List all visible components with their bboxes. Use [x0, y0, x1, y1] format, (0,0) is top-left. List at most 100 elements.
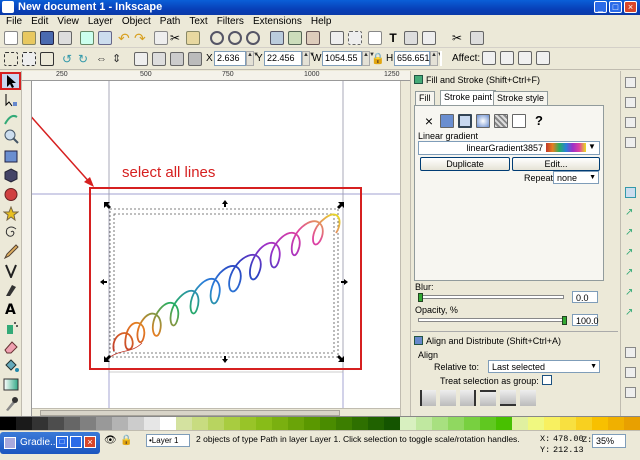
- rotate-ccw-icon[interactable]: ↺: [62, 52, 76, 66]
- eraser-tool[interactable]: [3, 339, 19, 354]
- snap-corners-icon[interactable]: [625, 137, 636, 148]
- palette-swatch[interactable]: [0, 417, 16, 431]
- snap-smooth-icon[interactable]: ↗: [625, 247, 636, 258]
- dropper-tool[interactable]: [3, 396, 19, 411]
- snap-bbox-icon[interactable]: [625, 97, 636, 108]
- chevron-down-icon[interactable]: ▼: [588, 142, 596, 151]
- node-tool[interactable]: [3, 93, 19, 108]
- palette-swatch[interactable]: [96, 417, 112, 431]
- paste-icon[interactable]: [186, 31, 200, 45]
- palette-swatch[interactable]: [112, 417, 128, 431]
- lower-icon[interactable]: [170, 52, 184, 66]
- pencil-tool[interactable]: [3, 244, 19, 260]
- align-icon[interactable]: [422, 31, 436, 45]
- menu-file[interactable]: File: [6, 15, 22, 28]
- open-icon[interactable]: [22, 31, 36, 45]
- duplicate-button[interactable]: Duplicate: [420, 157, 510, 171]
- palette-swatch[interactable]: [256, 417, 272, 431]
- palette-swatch[interactable]: [320, 417, 336, 431]
- drawing-canvas[interactable]: select all lines: [32, 81, 410, 416]
- close-button[interactable]: ×: [624, 1, 637, 13]
- palette-swatch[interactable]: [464, 417, 480, 431]
- rainbow-spiral-path[interactable]: [112, 213, 341, 352]
- flip-vertical-icon[interactable]: ⇕: [112, 52, 126, 66]
- palette-swatch[interactable]: [432, 417, 448, 431]
- align-left-icon[interactable]: [420, 390, 436, 406]
- palette-swatch[interactable]: [512, 417, 528, 431]
- align-middle-icon[interactable]: [520, 390, 536, 406]
- no-paint-button[interactable]: ×: [422, 114, 436, 128]
- vertical-scrollbar[interactable]: [400, 81, 410, 416]
- snap-grid-icon[interactable]: [625, 367, 636, 378]
- pen-tool[interactable]: [3, 263, 19, 280]
- rotate-cw-icon[interactable]: ↻: [78, 52, 92, 66]
- snap-centers-icon[interactable]: ↗: [625, 307, 636, 318]
- menu-text[interactable]: Text: [189, 15, 207, 28]
- menu-help[interactable]: Help: [311, 15, 332, 28]
- palette-swatch[interactable]: [400, 417, 416, 431]
- palette-swatch[interactable]: [32, 417, 48, 431]
- import-icon[interactable]: [80, 31, 94, 45]
- opacity-slider[interactable]: [418, 318, 564, 322]
- print-icon[interactable]: [58, 31, 72, 45]
- menu-object[interactable]: Object: [122, 15, 151, 28]
- snap-midpoints-icon[interactable]: ↗: [625, 287, 636, 298]
- duplicate-icon[interactable]: [270, 31, 284, 45]
- paint-bucket-tool[interactable]: [3, 358, 19, 373]
- w-spinner[interactable]: ▲▼: [362, 51, 375, 66]
- relative-to-select[interactable]: Last selected ▼: [488, 360, 600, 373]
- maximize-button[interactable]: □: [609, 1, 622, 13]
- flat-color-button[interactable]: [440, 114, 454, 128]
- flip-horizontal-icon[interactable]: ⇔: [96, 52, 110, 66]
- menu-view[interactable]: View: [57, 15, 79, 28]
- lower-to-bottom-icon[interactable]: [188, 52, 202, 66]
- menu-path[interactable]: Path: [160, 15, 181, 28]
- palette-swatch[interactable]: [352, 417, 368, 431]
- palette-swatch[interactable]: [16, 417, 32, 431]
- spray-tool[interactable]: [3, 320, 19, 335]
- w-field[interactable]: 1054.55: [322, 51, 362, 66]
- text-tool[interactable]: A: [3, 301, 19, 318]
- taskbar-max-icon[interactable]: [70, 436, 82, 448]
- palette-swatch[interactable]: [384, 417, 400, 431]
- text-font-icon[interactable]: T: [386, 31, 400, 45]
- y-spinner[interactable]: ▲▼: [302, 51, 315, 66]
- raise-to-top-icon[interactable]: [134, 52, 148, 66]
- preferences-icon[interactable]: ✂: [452, 31, 466, 45]
- menu-edit[interactable]: Edit: [31, 15, 48, 28]
- snap-cusp-icon[interactable]: ↗: [625, 267, 636, 278]
- clone-icon[interactable]: [288, 31, 302, 45]
- palette-swatch[interactable]: [592, 417, 608, 431]
- affect-patterns-icon[interactable]: [536, 51, 550, 65]
- align-bottom-icon[interactable]: [500, 390, 516, 406]
- tweak-tool[interactable]: [3, 111, 19, 126]
- palette-swatch[interactable]: [128, 417, 144, 431]
- zoom-page-icon[interactable]: [246, 31, 260, 45]
- snap-nodes-icon[interactable]: [625, 187, 636, 198]
- menu-extensions[interactable]: Extensions: [253, 15, 302, 28]
- align-right-icon[interactable]: [460, 390, 476, 406]
- redo-icon[interactable]: ↷: [134, 31, 148, 45]
- cut-icon[interactable]: ✂: [170, 31, 184, 45]
- palette-swatch[interactable]: [528, 417, 544, 431]
- blur-slider-thumb[interactable]: [418, 293, 423, 302]
- tab-fill[interactable]: Fill: [415, 91, 435, 105]
- palette-swatch[interactable]: [544, 417, 560, 431]
- palette-swatch[interactable]: [416, 417, 432, 431]
- palette-swatch[interactable]: [496, 417, 512, 431]
- ellipse-tool[interactable]: [3, 187, 19, 202]
- tab-stroke-paint[interactable]: Stroke paint: [440, 90, 497, 105]
- xml-editor-icon[interactable]: [404, 31, 418, 45]
- palette-swatch[interactable]: [560, 417, 576, 431]
- taskbar-close-icon[interactable]: ×: [84, 436, 96, 448]
- menu-filters[interactable]: Filters: [217, 15, 244, 28]
- unset-paint-button[interactable]: ?: [532, 114, 546, 128]
- y-field[interactable]: 22.456: [264, 51, 302, 66]
- palette-swatch[interactable]: [368, 417, 384, 431]
- layer-select[interactable]: •Layer 1: [146, 434, 190, 447]
- edit-gradient-button[interactable]: Edit...: [512, 157, 600, 171]
- repeat-select[interactable]: none ▼: [553, 171, 599, 184]
- palette-swatch[interactable]: [480, 417, 496, 431]
- select-all-layers-icon[interactable]: [22, 52, 36, 66]
- blur-slider[interactable]: [418, 295, 564, 299]
